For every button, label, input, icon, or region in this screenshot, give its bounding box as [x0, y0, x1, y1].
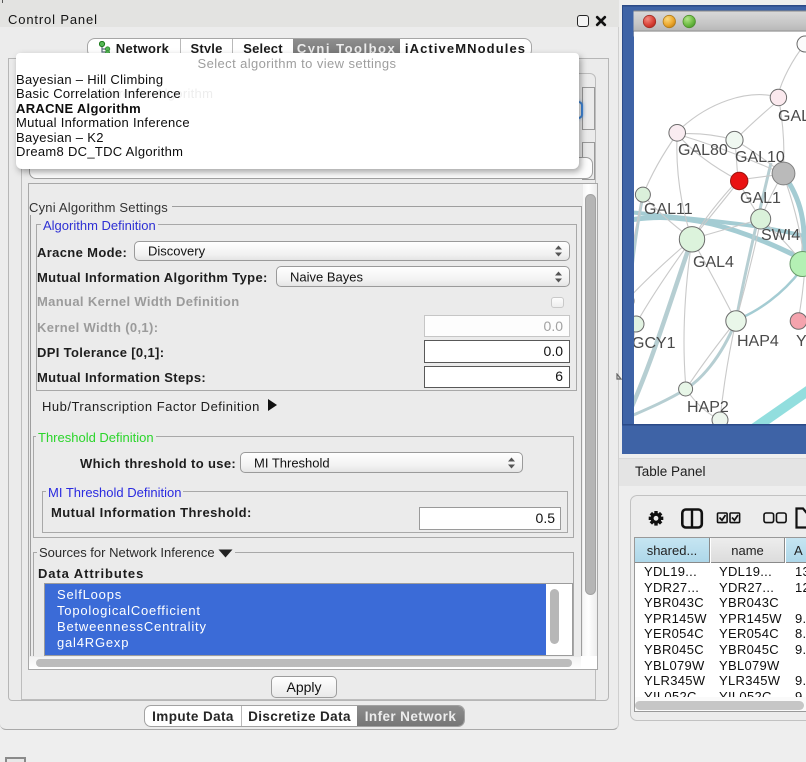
svg-text:GAL7: GAL7: [778, 108, 806, 125]
svg-text:SWI4: SWI4: [761, 227, 800, 244]
svg-text:HAP4: HAP4: [737, 333, 779, 350]
svg-text:Y: Y: [796, 333, 806, 350]
svg-text:GAL10: GAL10: [735, 149, 785, 166]
svg-text:GAL80: GAL80: [678, 142, 728, 159]
svg-text:GAL11: GAL11: [644, 201, 693, 218]
svg-text:HAP2: HAP2: [687, 399, 729, 416]
svg-text:GAL4: GAL4: [693, 254, 734, 271]
svg-text:GAL1: GAL1: [740, 190, 781, 207]
svg-text:GCY1: GCY1: [632, 335, 676, 352]
